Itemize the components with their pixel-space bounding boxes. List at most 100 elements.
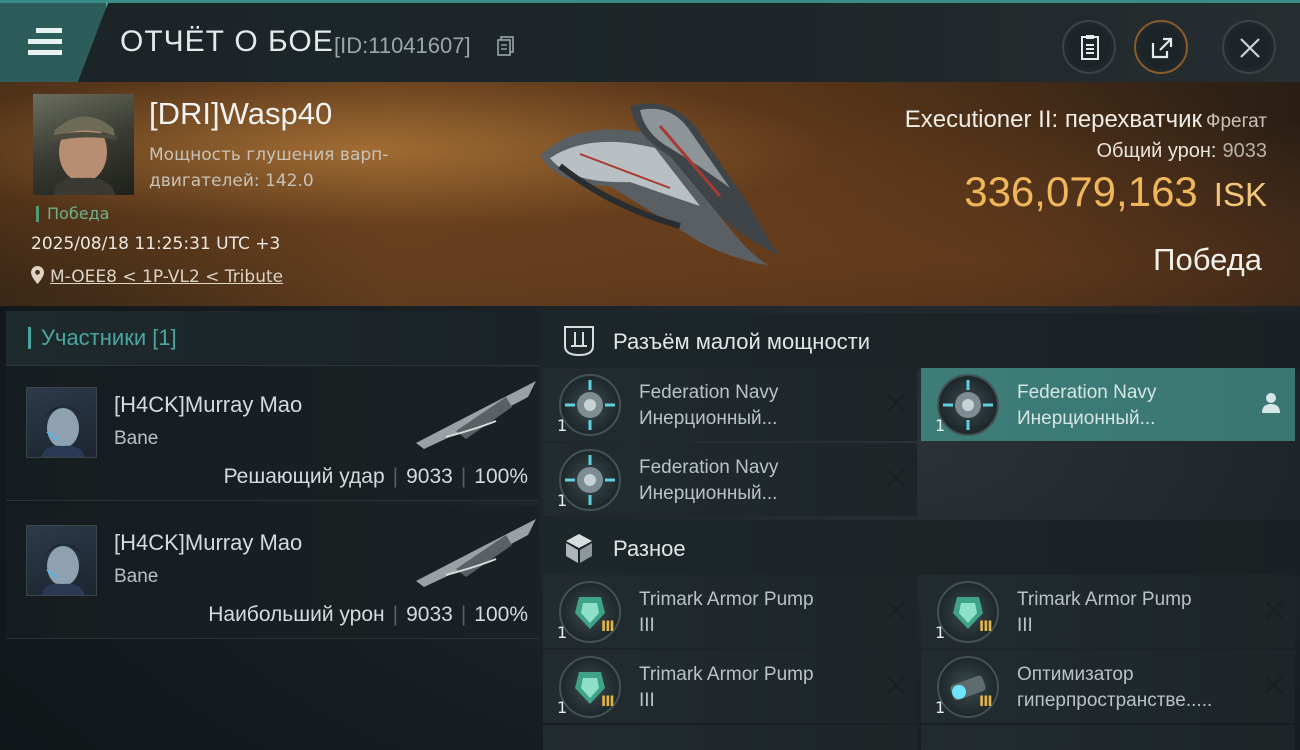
report-id: [ID:11041607] bbox=[334, 33, 471, 58]
module-quantity: 1 bbox=[935, 698, 946, 717]
ship-name-text: Executioner II: перехватчик bbox=[904, 106, 1203, 133]
module-card[interactable]: III 1 Trimark Armor Pump III bbox=[543, 575, 917, 648]
close-button[interactable] bbox=[1222, 20, 1276, 74]
destroyed-icon bbox=[887, 601, 905, 619]
killmail-banner: [DRI]Wasp40 Мощность глушения варп-двига… bbox=[0, 82, 1300, 306]
module-card-partial[interactable] bbox=[543, 725, 917, 750]
module-name-line2: Инерционный... bbox=[1017, 408, 1156, 429]
ship-render bbox=[540, 103, 780, 266]
hamburger-icon bbox=[28, 28, 62, 56]
module-card[interactable]: 1 Federation Navy Инерционный... bbox=[543, 443, 917, 516]
kill-location[interactable]: M-OEE8 < 1P-VL2 < Tribute bbox=[31, 266, 283, 287]
module-quantity: 1 bbox=[557, 623, 568, 642]
total-damage-value: 9033 bbox=[1222, 140, 1268, 162]
module-name: Trimark Armor Pump III bbox=[639, 662, 869, 714]
module-card[interactable]: III 1 Trimark Armor Pump III bbox=[543, 650, 917, 723]
module-name: Federation Navy Инерционный... bbox=[639, 380, 869, 432]
tech-tier-badge: III bbox=[979, 619, 993, 635]
module-name-line1: Trimark Armor Pump bbox=[639, 664, 814, 685]
participant-ship-render bbox=[416, 519, 536, 587]
isk-value: 336,079,163 ISK bbox=[964, 168, 1267, 216]
result-tag: Победа bbox=[36, 206, 109, 222]
module-name: Оптимизатор гиперпространстве..... bbox=[1017, 662, 1247, 714]
isk-amount: 336,079,163 bbox=[964, 168, 1198, 215]
module-name-line2: III bbox=[639, 690, 655, 711]
participant-avatar bbox=[26, 387, 97, 458]
module-name-line2: III bbox=[639, 615, 655, 636]
inertial-stabilizer-icon bbox=[559, 449, 621, 511]
module-name-line1: Trimark Armor Pump bbox=[639, 589, 814, 610]
module-name-line1: Federation Navy bbox=[639, 382, 779, 403]
share-button[interactable] bbox=[1134, 20, 1188, 74]
inertial-stabilizer-icon bbox=[937, 374, 999, 436]
module-card[interactable]: 1 Federation Navy Инерционный... bbox=[921, 368, 1295, 441]
participant-percent: 100% bbox=[474, 465, 528, 488]
participant-role: Наибольший урон bbox=[208, 603, 385, 626]
module-quantity: 1 bbox=[557, 416, 568, 435]
module-name: Trimark Armor Pump III bbox=[639, 587, 869, 639]
fitting-panel: Разъём малой мощности 1 Federation Navy И… bbox=[543, 311, 1300, 750]
location-text[interactable]: M-OEE8 < 1P-VL2 < Tribute bbox=[50, 267, 283, 287]
participants-header: Участники [1] bbox=[6, 311, 539, 366]
document-icon bbox=[1081, 35, 1099, 60]
destroyed-icon bbox=[887, 394, 905, 412]
total-damage-label: Общий урон: bbox=[1096, 140, 1217, 162]
low-slot-title: Разъём малой мощности bbox=[613, 329, 871, 354]
victim-ship-name[interactable]: Executioner II: перехватчик Фрегат bbox=[905, 106, 1267, 134]
participant-damage: 9033 bbox=[406, 465, 453, 488]
module-quantity: 1 bbox=[935, 623, 946, 642]
location-pin-icon bbox=[31, 266, 44, 284]
participant-ship: Bane bbox=[114, 428, 159, 449]
module-name-line2: гиперпространстве..... bbox=[1017, 690, 1213, 711]
module-quantity: 1 bbox=[557, 491, 568, 510]
share-icon bbox=[1151, 37, 1173, 59]
tech-tier-badge: III bbox=[979, 694, 993, 710]
module-name: Federation Navy Инерционный... bbox=[1017, 380, 1247, 432]
module-card[interactable]: III 1 Оптимизатор гиперпространстве..... bbox=[921, 650, 1295, 723]
module-name-line1: Оптимизатор bbox=[1017, 664, 1134, 685]
kill-datetime: 2025/08/18 11:25:31 UTC +3 bbox=[31, 234, 281, 254]
module-card-partial[interactable] bbox=[921, 725, 1295, 750]
low-slot-icon bbox=[564, 326, 594, 357]
person-icon bbox=[1262, 393, 1280, 413]
destroyed-icon bbox=[1265, 676, 1283, 694]
participant-ship-render bbox=[416, 381, 536, 449]
participant-card[interactable]: [H4CK]Murray Mao Bane Наибольший урон | 90… bbox=[6, 505, 539, 639]
participant-role: Решающий удар bbox=[223, 465, 385, 488]
close-icon bbox=[1240, 38, 1260, 58]
victim-avatar[interactable] bbox=[33, 94, 134, 195]
participant-name[interactable]: [H4CK]Murray Mao bbox=[114, 392, 302, 418]
total-damage: Общий урон: 9033 bbox=[1097, 140, 1268, 163]
participants-panel: Участники [1] [H4CK]Murray Mao Bane Реша… bbox=[6, 311, 539, 750]
misc-title: Разное bbox=[613, 536, 686, 561]
misc-header: Разное bbox=[543, 520, 1300, 576]
module-name-line1: Trimark Armor Pump bbox=[1017, 589, 1192, 610]
participant-stats: Наибольший урон | 9033 | 100% bbox=[208, 603, 528, 626]
participant-name[interactable]: [H4CK]Murray Mao bbox=[114, 530, 302, 556]
module-card[interactable]: 1 Federation Navy Инерционный... bbox=[543, 368, 917, 441]
participant-avatar bbox=[26, 525, 97, 596]
module-name-line2: Инерционный... bbox=[639, 408, 778, 429]
participants-title: Участники [1] bbox=[28, 327, 177, 349]
module-name-line2: III bbox=[1017, 615, 1033, 636]
module-card[interactable]: III 1 Trimark Armor Pump III bbox=[921, 575, 1295, 648]
module-name: Trimark Armor Pump III bbox=[1017, 587, 1247, 639]
participant-ship: Bane bbox=[114, 566, 159, 587]
result-label: Победа bbox=[1153, 242, 1262, 277]
copy-icon[interactable] bbox=[497, 36, 515, 56]
module-name-line2: Инерционный... bbox=[639, 483, 778, 504]
isk-currency: ISK bbox=[1213, 176, 1267, 213]
participant-card[interactable]: [H4CK]Murray Mao Bane Решающий удар | 9033… bbox=[6, 367, 539, 501]
victim-name[interactable]: [DRI]Wasp40 bbox=[149, 96, 332, 132]
cube-icon bbox=[566, 534, 592, 563]
report-log-button[interactable] bbox=[1062, 20, 1116, 74]
module-name-line1: Federation Navy bbox=[1017, 382, 1157, 403]
module-name-line1: Federation Navy bbox=[639, 457, 779, 478]
participant-percent: 100% bbox=[474, 603, 528, 626]
tech-tier-badge: III bbox=[601, 694, 615, 710]
module-quantity: 1 bbox=[935, 416, 946, 435]
warp-disruption-stat: Мощность глушения варп-двигателей: 142.0 bbox=[149, 145, 389, 191]
menu-button[interactable] bbox=[0, 3, 108, 82]
participant-stats: Решающий удар | 9033 | 100% bbox=[223, 465, 528, 488]
top-bar: ОТЧЁТ О БОЕ [ID:11041607] bbox=[0, 0, 1300, 82]
